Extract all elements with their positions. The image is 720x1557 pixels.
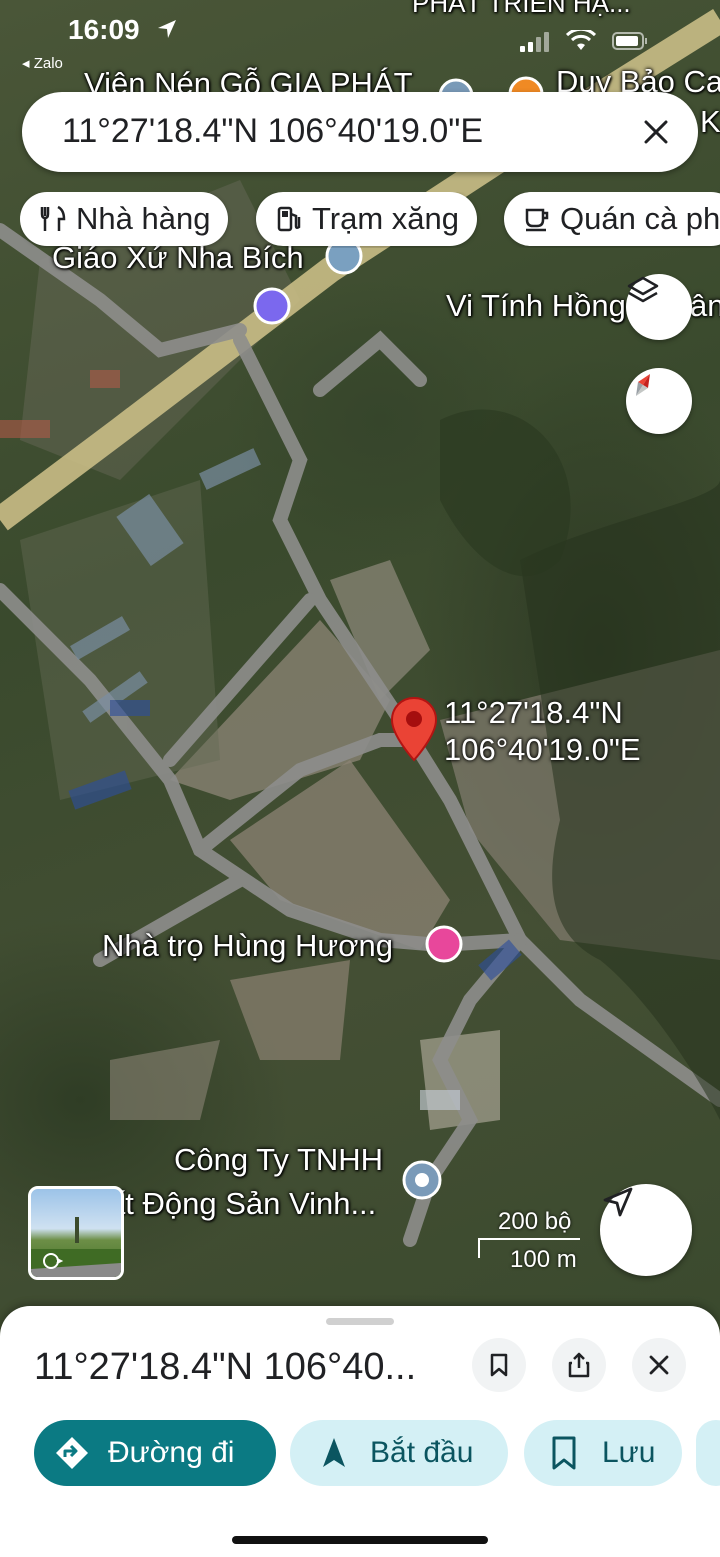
save-button[interactable]: Lưu (524, 1420, 682, 1486)
status-bar: 16:09 ◂ Zalo (0, 0, 720, 80)
pin-latitude: 11°27'18.4"N (444, 695, 623, 730)
restaurant-icon (38, 204, 68, 234)
directions-label: Đường đi (108, 1436, 235, 1469)
more-actions-button[interactable] (696, 1420, 720, 1486)
share-button[interactable] (552, 1338, 606, 1392)
close-icon (644, 120, 668, 144)
place-title: 11°27'18.4"N 106°40... (34, 1346, 417, 1388)
location-arrow-icon (158, 20, 176, 38)
map-label-computer-shop[interactable]: Vi Tính Hồng (446, 288, 626, 324)
map-label-computer-shop-tail: ân (690, 288, 720, 323)
map-label-motel[interactable]: Nhà trọ Hùng Hương (102, 928, 393, 964)
home-indicator[interactable] (232, 1536, 488, 1544)
street-view-thumbnail[interactable] (28, 1186, 124, 1280)
map-label-duy-bao-2: K (700, 104, 720, 139)
street-view-icon (31, 1217, 121, 1277)
action-buttons: Đường đi Bắt đầu Lưu (34, 1420, 720, 1486)
start-button[interactable]: Bắt đầu (290, 1420, 508, 1486)
pin-coordinates: 11°27'18.4"N 106°40'19.0"E (444, 694, 641, 768)
wifi-icon (566, 30, 596, 50)
map-label-company-line1[interactable]: Công Ty TNHH (174, 1142, 383, 1178)
layers-button[interactable] (626, 274, 692, 340)
location-pin-icon[interactable] (390, 696, 438, 762)
chip-label: Nhà hàng (76, 201, 211, 236)
category-chips: Nhà hàng Trạm xăng Quán cà ph (20, 192, 720, 248)
scale-metric: 100 m (510, 1246, 577, 1273)
chip-label: Trạm xăng (312, 201, 460, 236)
sheet-drag-handle[interactable] (326, 1318, 394, 1325)
chip-gas-stations[interactable]: Trạm xăng (256, 192, 478, 246)
my-location-button[interactable] (600, 1184, 692, 1276)
search-bar[interactable]: 11°27'18.4"N 106°40'19.0"E (22, 92, 698, 172)
navigation-arrow-icon (316, 1435, 352, 1471)
start-label: Bắt đầu (370, 1436, 474, 1469)
share-icon (568, 1352, 590, 1378)
bookmark-icon (490, 1353, 508, 1377)
back-to-zalo[interactable]: ◂ Zalo (22, 54, 63, 72)
pin-longitude: 106°40'19.0"E (444, 732, 641, 767)
cellular-signal-icon (520, 32, 549, 52)
chip-label: Quán cà ph (560, 201, 720, 236)
gas-station-icon (274, 204, 304, 234)
directions-icon (54, 1435, 90, 1471)
navigation-arrow-icon (603, 1187, 633, 1217)
close-sheet-button[interactable] (632, 1338, 686, 1392)
bookmark-icon (548, 1435, 584, 1471)
status-time: 16:09 (68, 14, 140, 45)
battery-icon (612, 32, 647, 50)
directions-button[interactable]: Đường đi (34, 1420, 276, 1486)
close-icon (649, 1355, 669, 1375)
layers-icon (627, 276, 659, 303)
place-bottom-sheet[interactable]: 11°27'18.4"N 106°40... Đường đi Bắt đầu … (0, 1306, 720, 1557)
search-input[interactable]: 11°27'18.4"N 106°40'19.0"E (62, 112, 483, 151)
coffee-icon (522, 204, 552, 234)
clear-search-button[interactable] (634, 110, 678, 154)
scale-imperial: 200 bộ (498, 1208, 572, 1235)
compass-icon (636, 374, 650, 396)
save-label: Lưu (602, 1436, 656, 1469)
save-icon-button[interactable] (472, 1338, 526, 1392)
chip-restaurants[interactable]: Nhà hàng (20, 192, 229, 246)
chip-coffee[interactable]: Quán cà ph (504, 192, 720, 246)
map-label-company-line2[interactable]: ất Động Sản Vinh... (108, 1186, 376, 1222)
compass-button[interactable] (626, 368, 692, 434)
